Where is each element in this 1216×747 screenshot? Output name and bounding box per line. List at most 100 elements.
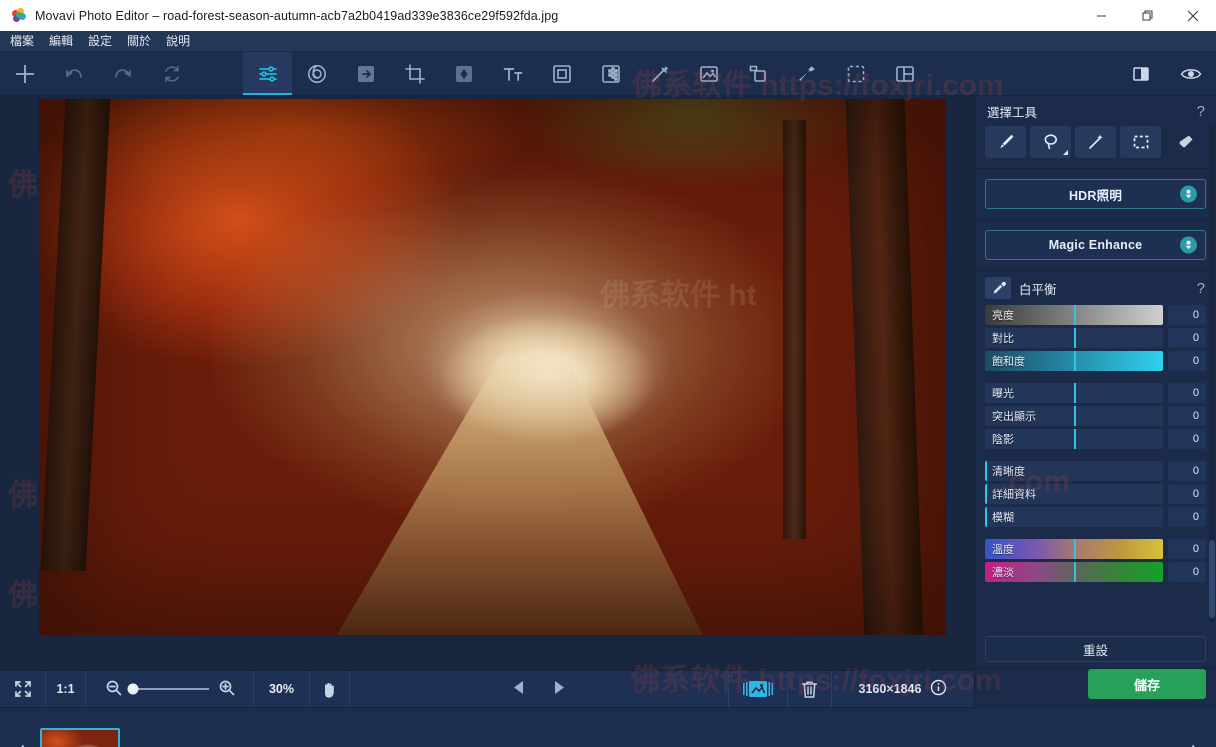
- slider-shadows[interactable]: 陰影 0: [985, 429, 1206, 449]
- undo-icon[interactable]: [49, 52, 98, 95]
- slider-temperature-handle[interactable]: [1074, 539, 1076, 559]
- slider-brightness[interactable]: 亮度 0: [985, 305, 1206, 325]
- reset-icon[interactable]: [147, 52, 196, 95]
- slider-clarity-value[interactable]: 0: [1168, 461, 1206, 481]
- slider-highlights-track[interactable]: 突出顯示: [985, 406, 1163, 426]
- slider-contrast-track[interactable]: 對比: [985, 328, 1163, 348]
- slider-saturation[interactable]: 飽和度 0: [985, 351, 1206, 371]
- slider-blur[interactable]: 模糊 0: [985, 507, 1206, 527]
- zoom-out-icon[interactable]: [105, 679, 122, 699]
- menu-item-about[interactable]: 關於: [127, 31, 151, 52]
- slider-details-value[interactable]: 0: [1168, 484, 1206, 504]
- slider-tint-handle[interactable]: [1074, 562, 1076, 582]
- eraser-tool[interactable]: [1165, 126, 1206, 158]
- zoom-one-to-one-button[interactable]: 1:1: [46, 671, 86, 707]
- slider-shadows-handle[interactable]: [1074, 429, 1076, 449]
- slider-details-handle[interactable]: [985, 484, 987, 504]
- filmstrip-prev-icon[interactable]: [0, 743, 40, 747]
- close-button[interactable]: [1170, 0, 1216, 31]
- slider-blur-handle[interactable]: [985, 507, 987, 527]
- panel-help-icon[interactable]: ?: [1197, 104, 1205, 119]
- save-button[interactable]: 儲存: [1088, 669, 1206, 699]
- slider-clarity-track[interactable]: 清晰度: [985, 461, 1163, 481]
- slider-temperature-track[interactable]: 溫度: [985, 539, 1163, 559]
- slider-details-track[interactable]: 詳細資料: [985, 484, 1163, 504]
- menu-item-help[interactable]: 說明: [166, 31, 190, 52]
- filmstrip-toggle-icon[interactable]: [729, 671, 788, 707]
- thumbnail-1[interactable]: [40, 728, 120, 747]
- rect-select-tool[interactable]: [1120, 126, 1161, 158]
- slider-details[interactable]: 詳細資料 0: [985, 484, 1206, 504]
- lasso-options-corner-icon[interactable]: [1063, 150, 1068, 155]
- white-balance-help-icon[interactable]: ?: [1197, 281, 1205, 296]
- slider-saturation-value[interactable]: 0: [1168, 351, 1206, 371]
- compare-icon[interactable]: [1116, 52, 1166, 95]
- redo-icon[interactable]: [98, 52, 147, 95]
- crop-icon[interactable]: [390, 52, 439, 95]
- magic-enhance-button[interactable]: Magic Enhance: [985, 230, 1206, 260]
- slider-highlights-value[interactable]: 0: [1168, 406, 1206, 426]
- expand-icon[interactable]: [831, 52, 880, 95]
- menu-item-file[interactable]: 檔案: [10, 31, 34, 52]
- hand-tool-icon[interactable]: [310, 671, 350, 707]
- add-icon[interactable]: [0, 52, 49, 95]
- restore-button[interactable]: [1124, 0, 1170, 31]
- effects-icon[interactable]: [341, 52, 390, 95]
- magic-wand-tool[interactable]: [1075, 126, 1116, 158]
- zoom-in-icon[interactable]: [218, 679, 235, 699]
- hdr-lighting-button[interactable]: HDR照明: [985, 179, 1206, 209]
- slider-clarity[interactable]: 清晰度 0: [985, 461, 1206, 481]
- slider-highlights-handle[interactable]: [1074, 406, 1076, 426]
- slider-shadows-track[interactable]: 陰影: [985, 429, 1163, 449]
- slider-brightness-track[interactable]: 亮度: [985, 305, 1163, 325]
- panel-scrollbar-thumb[interactable]: [1209, 540, 1215, 618]
- slider-temperature-value[interactable]: 0: [1168, 539, 1206, 559]
- canvas-area[interactable]: 1:1 30% 3160×1846: [0, 96, 974, 708]
- menu-item-edit[interactable]: 編輯: [49, 31, 73, 52]
- slider-exposure-value[interactable]: 0: [1168, 383, 1206, 403]
- panel-scrollbar-track[interactable]: [1209, 126, 1215, 622]
- slider-contrast-value[interactable]: 0: [1168, 328, 1206, 348]
- previous-image-icon[interactable]: [512, 680, 526, 698]
- menu-item-settings[interactable]: 設定: [88, 31, 112, 52]
- sticker-icon[interactable]: [782, 52, 831, 95]
- slider-exposure-track[interactable]: 曝光: [985, 383, 1163, 403]
- zoom-slider-handle[interactable]: [127, 683, 138, 695]
- filmstrip-next-icon[interactable]: [1176, 743, 1216, 747]
- slider-clarity-handle[interactable]: [985, 461, 987, 481]
- slider-brightness-value[interactable]: 0: [1168, 305, 1206, 325]
- slider-brightness-handle[interactable]: [1074, 305, 1076, 325]
- brush-tool[interactable]: [985, 126, 1026, 158]
- minimize-button[interactable]: [1078, 0, 1124, 31]
- info-icon[interactable]: [930, 679, 947, 699]
- slider-saturation-track[interactable]: 飽和度: [985, 351, 1163, 371]
- collage-icon[interactable]: [880, 52, 929, 95]
- text-icon[interactable]: [488, 52, 537, 95]
- preview-eye-icon[interactable]: [1166, 52, 1216, 95]
- fit-to-screen-icon[interactable]: [0, 671, 46, 707]
- filters-icon[interactable]: [292, 52, 341, 95]
- magic-wand-icon[interactable]: [635, 52, 684, 95]
- slider-contrast[interactable]: 對比 0: [985, 328, 1206, 348]
- slider-exposure-handle[interactable]: [1074, 383, 1076, 403]
- next-image-icon[interactable]: [552, 680, 566, 698]
- slider-blur-value[interactable]: 0: [1168, 507, 1206, 527]
- slider-contrast-handle[interactable]: [1074, 328, 1076, 348]
- slider-exposure[interactable]: 曝光 0: [985, 383, 1206, 403]
- slider-highlights[interactable]: 突出顯示 0: [985, 406, 1206, 426]
- mosaic-icon[interactable]: [586, 52, 635, 95]
- adjust-icon[interactable]: [243, 52, 292, 95]
- delete-icon[interactable]: [788, 671, 832, 707]
- background-icon[interactable]: [684, 52, 733, 95]
- zoom-slider[interactable]: [127, 683, 209, 695]
- slider-tint-value[interactable]: 0: [1168, 562, 1206, 582]
- eyedropper-icon[interactable]: [985, 277, 1011, 299]
- frame-icon[interactable]: [537, 52, 586, 95]
- reset-button[interactable]: 重設: [985, 636, 1206, 662]
- slider-blur-track[interactable]: 模糊: [985, 507, 1163, 527]
- slider-tint[interactable]: 濃淡 0: [985, 562, 1206, 582]
- slider-tint-track[interactable]: 濃淡: [985, 562, 1163, 582]
- slider-saturation-handle[interactable]: [1074, 351, 1076, 371]
- lasso-tool[interactable]: [1030, 126, 1071, 158]
- objects-icon[interactable]: [733, 52, 782, 95]
